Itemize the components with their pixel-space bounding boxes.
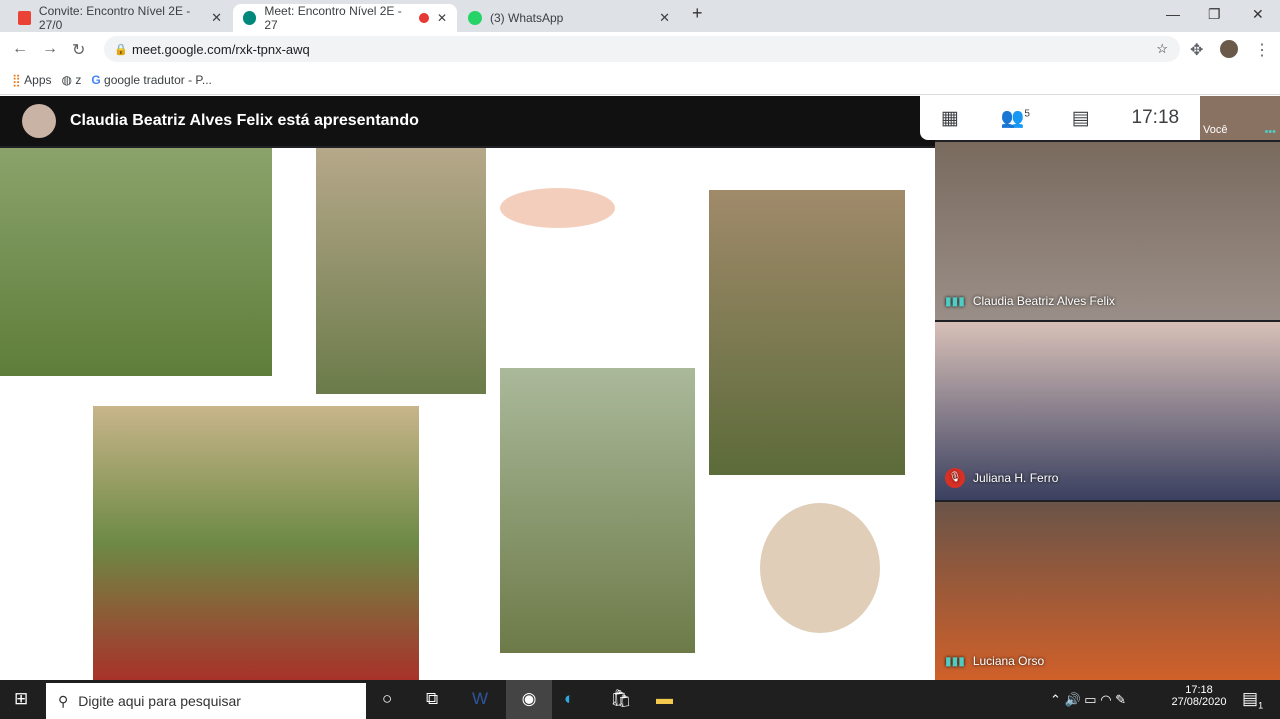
clock[interactable]: 17:18 27/08/2020: [1170, 684, 1228, 708]
photo-children-goat: [500, 368, 695, 653]
photo-children-tractor: [93, 406, 419, 680]
task-view-icon[interactable]: ⧉: [426, 689, 438, 709]
profile-avatar[interactable]: [1220, 40, 1238, 58]
meeting-time: 17:18: [1131, 107, 1180, 128]
close-tab-icon[interactable]: ✕: [659, 10, 670, 26]
bookmark-google-tradutor[interactable]: G google tradutor - P...: [91, 73, 212, 87]
meet-icon: [243, 11, 257, 25]
reload-button[interactable]: ↻: [72, 40, 85, 60]
globe-icon: ◍: [61, 72, 72, 87]
close-window-button[interactable]: ✕: [1252, 6, 1264, 23]
edge-icon[interactable]: ◐: [564, 689, 574, 709]
lock-icon: 🔒: [114, 43, 128, 56]
search-icon: ⚲: [58, 692, 69, 709]
participant-tile[interactable]: ▮▮▮ Luciana Orso: [935, 502, 1280, 680]
close-tab-icon[interactable]: ✕: [437, 11, 447, 25]
presenter-bar: Claudia Beatriz Alves Felix está apresen…: [0, 96, 935, 146]
meet-controls: ▦ 👥5 ▤ 17:18: [920, 96, 1200, 140]
forward-button[interactable]: →: [42, 40, 58, 58]
file-explorer-icon[interactable]: ▬: [656, 689, 673, 709]
url-input[interactable]: 🔒 meet.google.com/rxk-tpnx-awq ☆: [104, 36, 1180, 62]
photo-tractor: [0, 148, 272, 376]
tab-meet[interactable]: Meet: Encontro Nível 2E - 27 ✕: [233, 4, 457, 32]
bookmark-apps[interactable]: ⣿ Apps: [12, 73, 52, 87]
audio-active-icon: ▮▮▮: [945, 294, 965, 308]
minimize-button[interactable]: —: [1166, 6, 1180, 22]
apps-grid-icon: ⣿: [12, 72, 21, 87]
taskbar-search[interactable]: ⚲ Digite aqui para pesquisar: [46, 683, 366, 719]
new-tab-button[interactable]: +: [692, 3, 703, 24]
bookmarks-bar: ⣿ Apps ◍ z G google tradutor - P...: [0, 65, 1280, 95]
chat-icon[interactable]: ▤: [1072, 107, 1090, 130]
participant-tile[interactable]: ▮▮▮ Claudia Beatriz Alves Felix: [935, 142, 1280, 320]
participants-button[interactable]: 👥5: [1001, 106, 1030, 130]
address-bar-row: ← → ↻ 🔒 meet.google.com/rxk-tpnx-awq ☆ ✥ ⋮: [0, 32, 1280, 65]
presentation-slide: [0, 148, 935, 680]
tray-icons[interactable]: ⌃ 🔊 ▭ ◠ ✎: [1050, 692, 1126, 708]
store-icon[interactable]: 🛍: [610, 689, 632, 709]
self-view[interactable]: Você •••: [1200, 96, 1280, 140]
tile-layout-icon[interactable]: ▦: [941, 107, 959, 130]
participant-tile[interactable]: 🎙 Juliana H. Ferro: [935, 322, 1280, 500]
windows-taskbar: ⊞ ⚲ Digite aqui para pesquisar ○ ⧉ W ◉ ◐ …: [0, 680, 1280, 719]
presenter-avatar: [22, 104, 56, 138]
photo-farm: [316, 148, 486, 394]
chrome-icon[interactable]: ◉: [506, 680, 552, 719]
word-icon[interactable]: W: [472, 689, 488, 709]
menu-icon[interactable]: ⋮: [1254, 40, 1270, 60]
windows-start-icon[interactable]: ⊞: [14, 689, 28, 709]
notifications-icon[interactable]: ▤1: [1242, 689, 1263, 710]
gmail-icon: [18, 11, 31, 25]
meet-window: Claudia Beatriz Alves Felix está apresen…: [0, 96, 1280, 680]
tab-gmail[interactable]: Convite: Encontro Nível 2E - 27/0 ✕: [8, 4, 232, 32]
maximize-button[interactable]: ❐: [1208, 6, 1221, 23]
extensions-icon[interactable]: ✥: [1190, 40, 1203, 60]
cortana-icon[interactable]: ○: [382, 689, 392, 709]
close-tab-icon[interactable]: ✕: [211, 10, 222, 26]
star-icon[interactable]: ☆: [1156, 41, 1168, 57]
bird-image: [760, 503, 880, 633]
tab-bar: Convite: Encontro Nível 2E - 27/0 ✕ Meet:…: [0, 0, 1280, 32]
mic-off-icon: 🎙: [945, 468, 965, 488]
tab-whatsapp[interactable]: (3) WhatsApp ✕: [458, 4, 680, 32]
whatsapp-icon: [468, 11, 482, 25]
google-icon: G: [91, 72, 101, 87]
bookmark-z[interactable]: ◍ z: [62, 73, 82, 87]
fish-image: [500, 188, 615, 228]
back-button[interactable]: ←: [12, 40, 28, 58]
more-options-icon[interactable]: •••: [1264, 126, 1276, 138]
photo-cat: [709, 190, 905, 475]
audio-active-icon: ▮▮▮: [945, 654, 965, 668]
recording-icon: [419, 13, 429, 23]
